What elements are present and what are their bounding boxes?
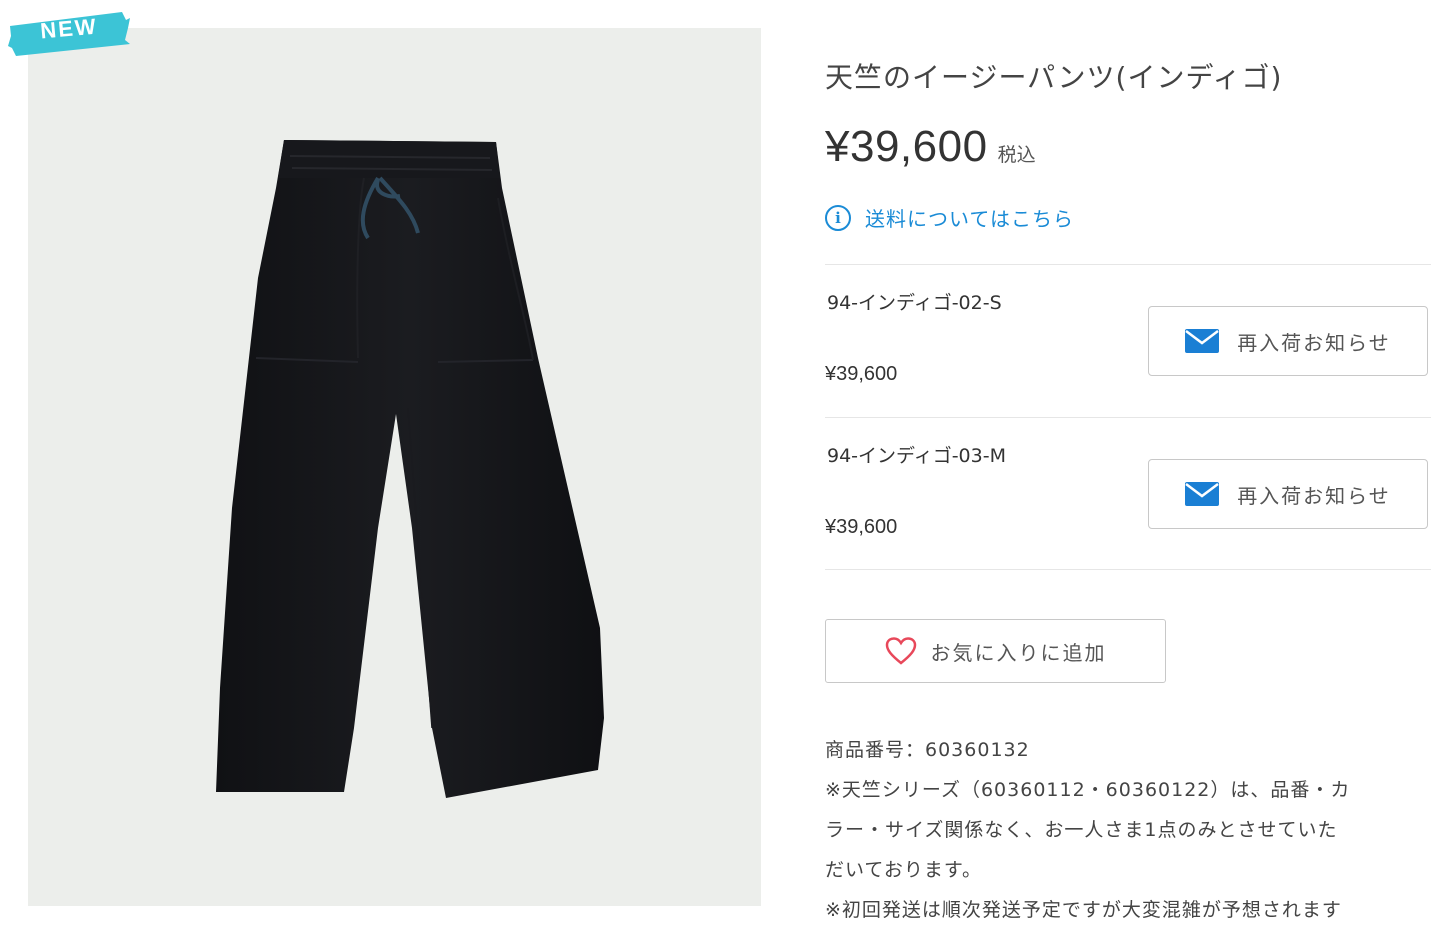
add-to-favorites-button[interactable]: お気に入りに追加 [825, 619, 1166, 683]
description-line: だいております。 [825, 859, 982, 881]
variant-price: ¥39,600 [825, 516, 898, 538]
new-badge: NEW [8, 10, 130, 56]
pants-photo [216, 140, 604, 798]
pants-body [216, 140, 604, 798]
restock-notify-label: 再入荷お知らせ [1237, 483, 1391, 508]
description-line: 商品番号：60360132 [825, 739, 1030, 761]
description-line: ※初回発送は順次発送予定ですが大変混雑が予想されます [825, 899, 1342, 921]
mail-icon [1185, 482, 1220, 506]
description-line: ラー・サイズ関係なく、お一人さま1点のみとさせていた [825, 819, 1338, 841]
waistband [278, 140, 500, 178]
add-to-favorites-label: お気に入りに追加 [930, 640, 1107, 665]
variant-price: ¥39,600 [825, 363, 898, 385]
variant-name: 94-インディゴ-02-S [827, 292, 1002, 314]
description-line: ※天竺シリーズ（60360112・60360122）は、品番・カ [825, 779, 1351, 801]
variant-row: 94-インディゴ-03-M ¥39,600 再入荷お知らせ [825, 418, 1431, 568]
divider [825, 569, 1431, 570]
variant-row: 94-インディゴ-02-S ¥39,600 再入荷お知らせ [825, 265, 1431, 415]
product-description: 商品番号：60360132 ※天竺シリーズ（60360112・60360122）… [825, 730, 1431, 930]
price-row: ¥39,600 税込 [825, 122, 1036, 172]
product-image [28, 28, 761, 906]
product-price: ¥39,600 [825, 122, 988, 171]
heart-icon [885, 637, 916, 665]
variant-name: 94-インディゴ-03-M [827, 445, 1006, 467]
shipping-info-link[interactable]: i 送料についてはこちら [825, 203, 1074, 232]
info-icon: i [825, 204, 851, 231]
restock-notify-button[interactable]: 再入荷お知らせ [1148, 459, 1428, 529]
tax-label: 税込 [997, 144, 1036, 166]
restock-notify-button[interactable]: 再入荷お知らせ [1148, 306, 1428, 376]
restock-notify-label: 再入荷お知らせ [1237, 330, 1391, 355]
mail-icon [1185, 329, 1220, 353]
shipping-info-label: 送料についてはこちら [865, 207, 1074, 231]
product-title: 天竺のイージーパンツ(インディゴ) [825, 61, 1283, 94]
